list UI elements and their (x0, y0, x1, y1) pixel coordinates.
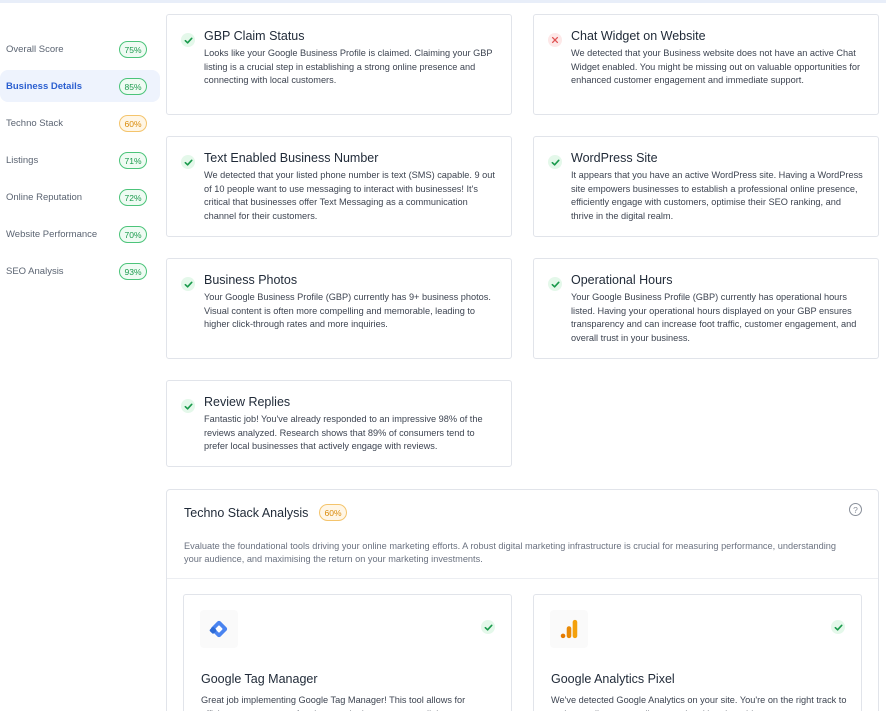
score-badge: 75% (119, 41, 147, 58)
top-border (0, 0, 886, 3)
card-description: We detected that your Business website d… (571, 48, 861, 85)
card-description: Your Google Business Profile (GBP) curre… (571, 292, 857, 343)
tool-description: Great job implementing Google Tag Manage… (201, 695, 469, 711)
score-badge: 60% (319, 504, 347, 521)
card-description: Looks like your Google Business Profile … (204, 48, 493, 85)
sidebar-item-label: Overall Score (6, 43, 64, 55)
sidebar-item-website-performance[interactable]: Website Performance 70% (0, 218, 160, 250)
score-badge: 60% (119, 115, 147, 132)
sidebar-item-techno-stack[interactable]: Techno Stack 60% (0, 107, 160, 139)
help-icon[interactable]: ? (849, 503, 862, 516)
google-tag-manager-card: Google Tag Manager Great job implementin… (183, 594, 512, 711)
card-title: Operational Hours (571, 273, 673, 287)
sidebar-item-seo-analysis[interactable]: SEO Analysis 93% (0, 255, 160, 287)
card-description: Fantastic job! You've already responded … (204, 414, 483, 451)
wordpress-card: WordPress Site It appears that you have … (533, 136, 879, 237)
google-tag-manager-logo-icon (200, 610, 238, 648)
card-title: Review Replies (204, 395, 291, 409)
sidebar-item-label: Listings (6, 154, 39, 166)
score-badge: 85% (119, 78, 147, 95)
check-icon (181, 155, 195, 169)
score-sidebar: Overall Score 75% Business Details 85% T… (0, 33, 160, 292)
gbp-claim-card: GBP Claim Status Looks like your Google … (166, 14, 512, 115)
tool-description: We've detected Google Analytics on your … (551, 695, 847, 711)
chat-widget-card: Chat Widget on Website We detected that … (533, 14, 879, 115)
google-analytics-card: Google Analytics Pixel We've detected Go… (533, 594, 862, 711)
operational-hours-card: Operational Hours Your Google Business P… (533, 258, 879, 359)
card-description: It appears that you have an active WordP… (571, 170, 863, 221)
techno-stack-section: Techno Stack Analysis 60% ? Evaluate the… (166, 489, 879, 711)
tool-name: Google Tag Manager (201, 672, 318, 686)
sidebar-item-overall-score[interactable]: Overall Score 75% (0, 33, 160, 65)
sidebar-item-label: Business Details (6, 80, 83, 92)
score-badge: 93% (119, 263, 147, 280)
card-description: We detected that your listed phone numbe… (204, 170, 495, 221)
sidebar-item-label: Techno Stack (6, 117, 64, 129)
card-description: Your Google Business Profile (GBP) curre… (204, 292, 491, 329)
check-icon (831, 620, 845, 634)
sidebar-item-business-details[interactable]: Business Details 85% (0, 70, 160, 102)
business-photos-card: Business Photos Your Google Business Pro… (166, 258, 512, 359)
cross-icon (548, 33, 562, 47)
check-icon (481, 620, 495, 634)
section-title: Techno Stack Analysis (184, 506, 309, 520)
score-badge: 70% (119, 226, 147, 243)
sidebar-item-listings[interactable]: Listings 71% (0, 144, 160, 176)
sidebar-item-label: SEO Analysis (6, 265, 64, 277)
sidebar-item-label: Website Performance (6, 228, 98, 240)
card-title: Business Photos (204, 273, 298, 287)
card-title: WordPress Site (571, 151, 658, 165)
section-description: Evaluate the foundational tools driving … (184, 541, 836, 564)
score-badge: 71% (119, 152, 147, 169)
check-icon (181, 399, 195, 413)
card-title: Text Enabled Business Number (204, 151, 379, 165)
text-number-card: Text Enabled Business Number We detected… (166, 136, 512, 237)
tool-name: Google Analytics Pixel (551, 672, 675, 686)
check-icon (181, 33, 195, 47)
sidebar-item-online-reputation[interactable]: Online Reputation 72% (0, 181, 160, 213)
card-title: Chat Widget on Website (571, 29, 706, 43)
card-title: GBP Claim Status (204, 29, 305, 43)
divider (167, 578, 878, 579)
google-analytics-logo-icon (550, 610, 588, 648)
check-icon (181, 277, 195, 291)
sidebar-item-label: Online Reputation (6, 191, 83, 203)
review-replies-card: Review Replies Fantastic job! You've alr… (166, 380, 512, 467)
check-icon (548, 277, 562, 291)
score-badge: 72% (119, 189, 147, 206)
check-icon (548, 155, 562, 169)
